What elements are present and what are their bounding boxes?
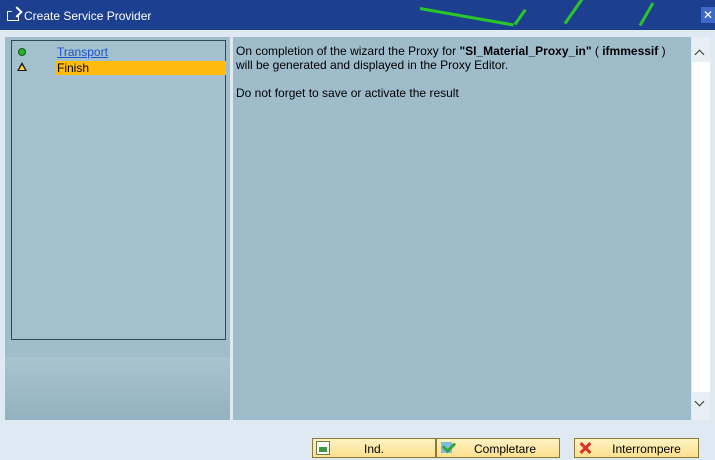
cancel-button-label: Interrompere — [612, 442, 681, 456]
scroll-down-icon[interactable] — [694, 396, 705, 407]
step-label[interactable]: Finish — [56, 61, 226, 75]
window-icon — [7, 11, 19, 21]
wizard-step-list: Transport Finish — [11, 40, 226, 340]
step-transport[interactable]: Transport — [12, 45, 225, 59]
scroll-up-icon[interactable] — [694, 49, 705, 60]
back-button-label: Ind. — [363, 442, 384, 456]
warning-triangle-icon — [17, 62, 27, 71]
step-label[interactable]: Transport — [57, 45, 108, 59]
green-status-icon — [18, 48, 26, 56]
complete-button-label: Completare — [473, 442, 537, 456]
completion-message: On completion of the wizard the Proxy fo… — [236, 44, 686, 72]
panel-footer-area — [5, 357, 230, 420]
step-finish[interactable]: Finish — [12, 61, 226, 75]
wizard-step-panel: Transport Finish — [5, 37, 230, 420]
message-text: ) — [658, 44, 666, 58]
message-text: On completion of the wizard the Proxy fo… — [236, 44, 460, 58]
back-button[interactable]: Ind. — [312, 438, 436, 458]
cancel-button[interactable]: Interrompere — [574, 438, 699, 458]
title-bar: Create Service Provider ✕ — [0, 0, 715, 30]
scrollbar-thumb[interactable] — [692, 62, 710, 392]
info-content-area: On completion of the wizard the Proxy fo… — [233, 37, 691, 420]
namespace-name: ifmmessif — [602, 44, 659, 58]
save-reminder: Do not forget to save or activate the re… — [236, 86, 459, 100]
cancel-x-icon — [578, 441, 592, 455]
proxy-name: "SI_Material_Proxy_in" — [459, 44, 592, 58]
vertical-scrollbar[interactable] — [692, 37, 710, 420]
message-text: will be generated and displayed in the P… — [236, 58, 509, 72]
complete-button[interactable]: Completare — [436, 438, 560, 458]
message-text: ( — [591, 44, 603, 58]
close-icon[interactable]: ✕ — [701, 7, 715, 23]
window-title: Create Service Provider — [24, 9, 152, 23]
